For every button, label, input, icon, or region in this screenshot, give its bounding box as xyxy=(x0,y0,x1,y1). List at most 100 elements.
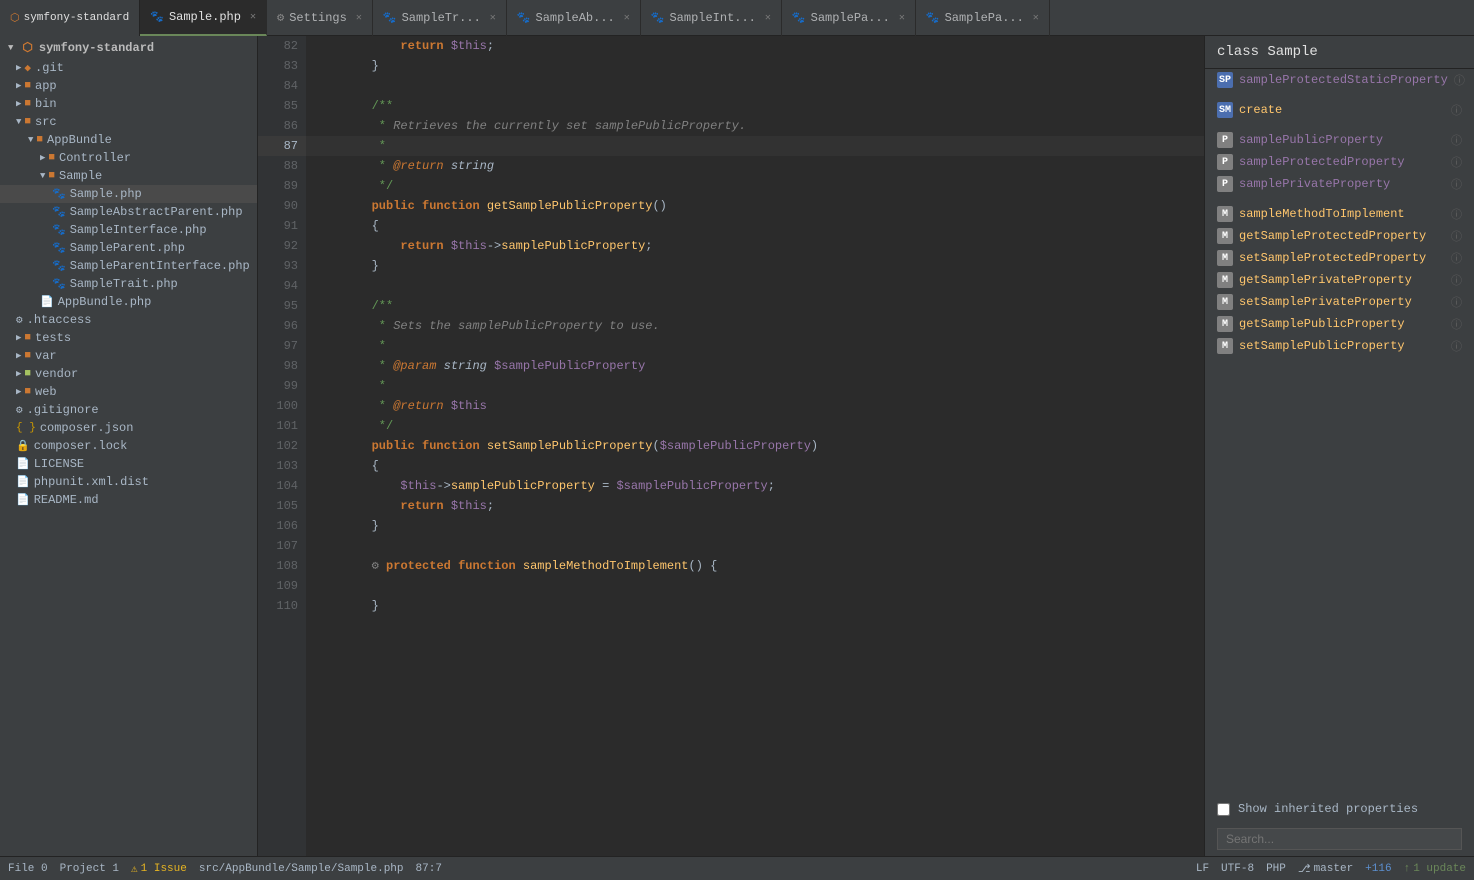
info-icon[interactable]: ⓘ xyxy=(1451,132,1462,148)
panel-item-m-implement[interactable]: M sampleMethodToImplement ⓘ xyxy=(1205,203,1474,225)
panel-item-sm-create[interactable]: SM create ⓘ xyxy=(1205,99,1474,121)
ln-93: 93 xyxy=(258,256,306,276)
item-label: sampleMethodToImplement xyxy=(1239,207,1405,221)
info-icon[interactable]: ⓘ xyxy=(1451,338,1462,354)
ln-102: 102 xyxy=(258,436,306,456)
panel-item-m-getprotected[interactable]: M getSampleProtectedProperty ⓘ xyxy=(1205,225,1474,247)
item-label: web xyxy=(35,385,57,399)
sidebar-item-sample-php[interactable]: 🐾 Sample.php xyxy=(0,185,257,203)
panel-item-p-private[interactable]: P samplePrivateProperty ⓘ xyxy=(1205,173,1474,195)
status-line-ending[interactable]: LF xyxy=(1196,862,1209,876)
tab-sample-pa2[interactable]: 🐾 SamplePa... ✕ xyxy=(916,0,1050,36)
sidebar-item-sampleabstractparent[interactable]: 🐾 SampleAbstractParent.php xyxy=(0,203,257,221)
item-label: Sample xyxy=(59,169,102,183)
ln-83: 83 xyxy=(258,56,306,76)
tab-close-icon[interactable]: ✕ xyxy=(624,12,630,24)
info-icon[interactable]: ⓘ xyxy=(1451,294,1462,310)
panel-item-p-public[interactable]: P samplePublicProperty ⓘ xyxy=(1205,129,1474,151)
panel-item-m-getprivate[interactable]: M getSamplePrivateProperty ⓘ xyxy=(1205,269,1474,291)
info-icon[interactable]: ⓘ xyxy=(1451,102,1462,118)
tab-sample-int[interactable]: 🐾 SampleInt... ✕ xyxy=(641,0,782,36)
ln-110: 110 xyxy=(258,596,306,616)
tab-settings[interactable]: ⚙ Settings ✕ xyxy=(267,0,373,36)
sidebar-item-htaccess[interactable]: ⚙ .htaccess xyxy=(0,311,257,329)
status-changes[interactable]: +116 xyxy=(1365,862,1391,876)
item-label: getSamplePublicProperty xyxy=(1239,317,1405,331)
file-icon: 🔒 xyxy=(16,439,30,453)
ln-94: 94 xyxy=(258,276,306,296)
tab-sample-pa1[interactable]: 🐾 SamplePa... ✕ xyxy=(782,0,916,36)
sidebar-item-sample[interactable]: ▼ ■ Sample xyxy=(0,167,257,185)
sidebar-item-sampleparent[interactable]: 🐾 SampleParent.php xyxy=(0,239,257,257)
panel-item-sp-property[interactable]: SP sampleProtectedStaticProperty ⓘ xyxy=(1205,69,1474,91)
sidebar-item-phpunit[interactable]: 📄 phpunit.xml.dist xyxy=(0,473,257,491)
sidebar-item-bin[interactable]: ▶ ■ bin xyxy=(0,95,257,113)
show-inherited-checkbox[interactable] xyxy=(1217,803,1230,816)
status-issue[interactable]: ⚠ 1 Issue xyxy=(131,862,187,876)
item-label: composer.lock xyxy=(34,439,128,453)
panel-item-m-setprotected[interactable]: M setSampleProtectedProperty ⓘ xyxy=(1205,247,1474,269)
tab-close-icon[interactable]: ✕ xyxy=(765,12,771,24)
info-icon[interactable]: ⓘ xyxy=(1451,250,1462,266)
sidebar-item-controller[interactable]: ▶ ■ Controller xyxy=(0,149,257,167)
info-icon[interactable]: ⓘ xyxy=(1451,272,1462,288)
code-container[interactable]: 82 83 84 85 86 87 88 89 90 91 92 93 94 9… xyxy=(258,36,1204,856)
tab-close-icon[interactable]: ✕ xyxy=(490,12,496,24)
info-icon[interactable]: ⓘ xyxy=(1454,72,1465,88)
info-icon[interactable]: ⓘ xyxy=(1451,154,1462,170)
tab-sample-trait[interactable]: 🐾 SampleTr... ✕ xyxy=(373,0,507,36)
item-label: SampleParentInterface.php xyxy=(70,259,250,273)
tab-close-icon[interactable]: ✕ xyxy=(250,11,256,23)
tab-gear-icon: ⚙ xyxy=(277,10,284,25)
panel-item-p-protected[interactable]: P sampleProtectedProperty ⓘ xyxy=(1205,151,1474,173)
code-line-85: /** xyxy=(306,96,1204,116)
sidebar-item-tests[interactable]: ▶ ■ tests xyxy=(0,329,257,347)
sidebar-item-readme[interactable]: 📄 README.md xyxy=(0,491,257,509)
badge-p: P xyxy=(1217,176,1233,192)
tab-sample-abstract[interactable]: 🐾 SampleAb... ✕ xyxy=(507,0,641,36)
status-encoding[interactable]: UTF-8 xyxy=(1221,862,1254,876)
sidebar-item-appbundle[interactable]: ▼ ■ AppBundle xyxy=(0,131,257,149)
item-label: LICENSE xyxy=(34,457,84,471)
sidebar-item-license[interactable]: 📄 LICENSE xyxy=(0,455,257,473)
status-update[interactable]: ↑ 1 update xyxy=(1404,862,1466,876)
info-icon[interactable]: ⓘ xyxy=(1451,176,1462,192)
sidebar-item-appbundle-php[interactable]: 📄 AppBundle.php xyxy=(0,293,257,311)
panel-item-m-setpublic[interactable]: M setSamplePublicProperty ⓘ xyxy=(1205,335,1474,357)
arrow-icon: ▶ xyxy=(16,387,21,397)
arrow-icon: ▶ xyxy=(16,63,21,73)
sidebar-item-composer-lock[interactable]: 🔒 composer.lock xyxy=(0,437,257,455)
ln-105: 105 xyxy=(258,496,306,516)
code-line-83: } xyxy=(306,56,1204,76)
tab-close-icon[interactable]: ✕ xyxy=(899,12,905,24)
badge-sp: SP xyxy=(1217,72,1233,88)
badge-m: M xyxy=(1217,250,1233,266)
panel-item-m-getpublic[interactable]: M getSamplePublicProperty ⓘ xyxy=(1205,313,1474,335)
sidebar-item-gitignore[interactable]: ⚙ .gitignore xyxy=(0,401,257,419)
sidebar-item-web[interactable]: ▶ ■ web xyxy=(0,383,257,401)
code-line-109 xyxy=(306,576,1204,596)
status-filetype[interactable]: PHP xyxy=(1266,862,1286,876)
sidebar-item-sampleparentinterface[interactable]: 🐾 SampleParentInterface.php xyxy=(0,257,257,275)
info-icon[interactable]: ⓘ xyxy=(1451,228,1462,244)
arrow-icon: ▼ xyxy=(16,117,21,127)
sidebar-item-app[interactable]: ▶ ■ app xyxy=(0,77,257,95)
sidebar-item-sampletrait[interactable]: 🐾 SampleTrait.php xyxy=(0,275,257,293)
tab-sample-php[interactable]: 🐾 Sample.php ✕ xyxy=(140,0,267,36)
status-vcs[interactable]: ⎇ master xyxy=(1298,862,1353,876)
panel-search-input[interactable] xyxy=(1217,828,1462,850)
sidebar-item-git[interactable]: ▶ ◆ .git xyxy=(0,59,257,77)
panel-item-m-setprivate[interactable]: M setSamplePrivateProperty ⓘ xyxy=(1205,291,1474,313)
info-icon[interactable]: ⓘ xyxy=(1451,316,1462,332)
sidebar-item-sampleinterface[interactable]: 🐾 SampleInterface.php xyxy=(0,221,257,239)
info-icon[interactable]: ⓘ xyxy=(1451,206,1462,222)
sidebar-item-src[interactable]: ▼ ■ src xyxy=(0,113,257,131)
sidebar-item-composer-json[interactable]: { } composer.json xyxy=(0,419,257,437)
tab-close-icon[interactable]: ✕ xyxy=(356,12,362,24)
tab-close-icon[interactable]: ✕ xyxy=(1033,12,1039,24)
sidebar-item-vendor[interactable]: ▶ ■ vendor xyxy=(0,365,257,383)
ln-82: 82 xyxy=(258,36,306,56)
sidebar-item-var[interactable]: ▶ ■ var xyxy=(0,347,257,365)
item-label: phpunit.xml.dist xyxy=(34,475,149,489)
branch-label: master xyxy=(1314,863,1354,875)
